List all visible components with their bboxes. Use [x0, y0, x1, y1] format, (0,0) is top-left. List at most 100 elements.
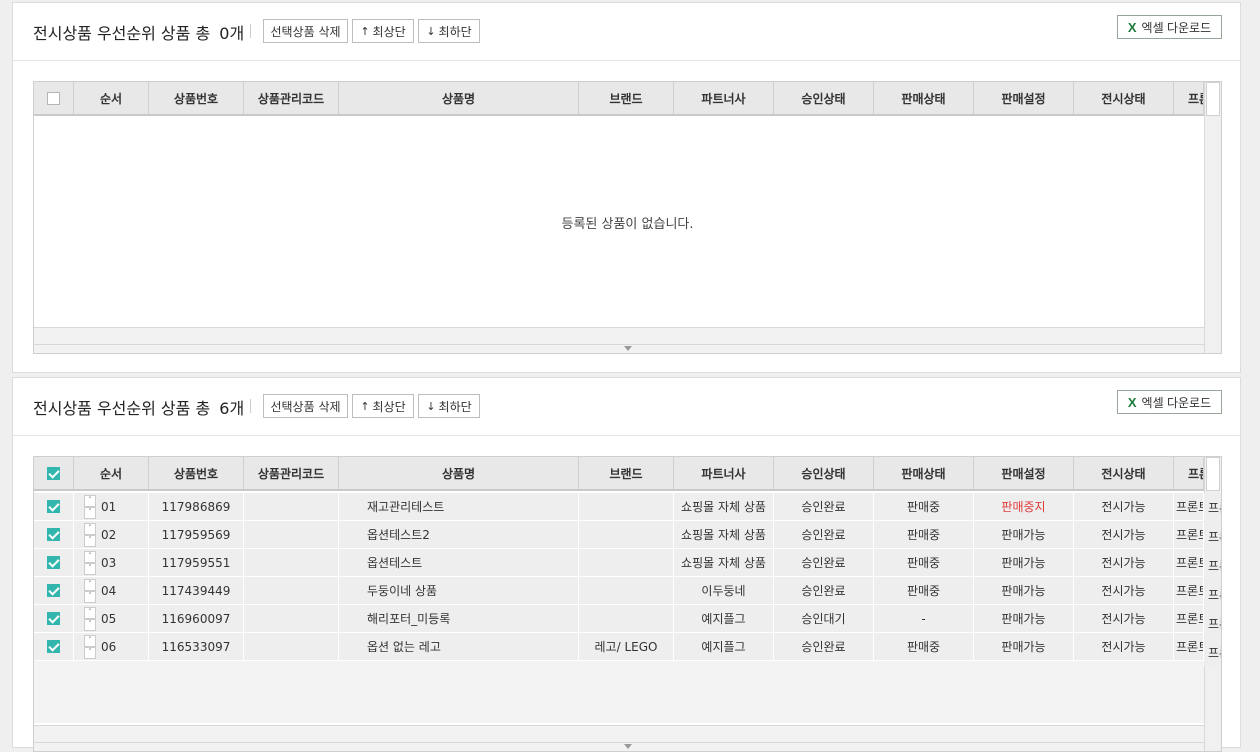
display-status-cell: 전시가능 — [1074, 605, 1174, 632]
product-no-cell: 117986869 — [149, 493, 244, 520]
header-select-all[interactable] — [34, 457, 74, 489]
delete-selected-button[interactable]: 선택상품 삭제 — [263, 19, 348, 43]
move-bottom-button[interactable]: ↓ 최하단 — [418, 19, 480, 43]
sale-status-cell: 판매중 — [874, 521, 974, 548]
front-cell: 프론트 노출 — [1174, 633, 1204, 660]
header-select-all[interactable] — [34, 82, 74, 114]
display-status-cell: 전시가능 — [1074, 549, 1174, 576]
approval-cell: 승인완료 — [774, 577, 874, 604]
order-cell: ˄ ˅ 06 — [74, 633, 149, 660]
row-checkbox[interactable] — [47, 528, 60, 541]
manage-code-cell — [244, 605, 339, 632]
manage-code-cell — [244, 493, 339, 520]
scroll-down-icon[interactable] — [624, 346, 632, 351]
scroll-thumb[interactable] — [1206, 82, 1220, 116]
chevron-down-icon[interactable]: ˅ — [84, 618, 96, 631]
partner-cell: 예지플그 — [674, 605, 774, 632]
row-checkbox[interactable] — [47, 612, 60, 625]
grid-header: 순서 상품번호 상품관리코드 상품명 브랜드 파트너사 승인상태 판매상태 판매… — [34, 457, 1204, 491]
select-all-checkbox[interactable] — [47, 466, 60, 480]
hidden-cell: 프론트 노출 — [1204, 522, 1221, 550]
order-stepper[interactable]: ˄ ˅ — [84, 522, 96, 547]
order-stepper[interactable]: ˄ ˅ — [84, 550, 96, 575]
chevron-up-icon[interactable]: ˄ — [84, 522, 96, 535]
row-checkbox[interactable] — [47, 584, 60, 597]
select-all-checkbox[interactable] — [47, 91, 60, 105]
order-value: 04 — [101, 583, 117, 598]
order-value: 05 — [101, 611, 117, 626]
panel-header: 전시상품 우선순위 상품 총 6개 선택상품 삭제 ↑ 최상단 ↓ 최하단 X 엑셀 … — [13, 378, 1240, 436]
order-value: 03 — [101, 555, 117, 570]
scroll-thumb[interactable] — [1206, 457, 1220, 491]
sale-status-cell: 판매중 — [874, 577, 974, 604]
chevron-up-icon[interactable]: ˄ — [84, 606, 96, 619]
move-top-button[interactable]: ↑ 최상단 — [352, 19, 414, 43]
col-partner: 파트너사 — [674, 82, 774, 114]
product-no-cell: 116533097 — [149, 633, 244, 660]
excel-download-button[interactable]: X 엑셀 다운로드 — [1117, 15, 1222, 39]
col-brand: 브랜드 — [579, 82, 674, 114]
col-sale-setting: 판매설정 — [974, 82, 1074, 114]
row-checkbox-cell[interactable] — [34, 549, 74, 576]
chevron-down-icon[interactable]: ˅ — [84, 562, 96, 575]
scroll-down-icon[interactable] — [624, 744, 632, 749]
move-bottom-button[interactable]: ↓ 최하단 — [418, 394, 480, 418]
col-approval: 승인상태 — [774, 457, 874, 489]
move-top-button[interactable]: ↑ 최상단 — [352, 394, 414, 418]
chevron-down-icon[interactable]: ˅ — [84, 534, 96, 547]
chevron-up-icon[interactable]: ˄ — [84, 494, 96, 507]
row-checkbox[interactable] — [47, 640, 60, 653]
chevron-up-icon[interactable]: ˄ — [84, 550, 96, 563]
order-stepper[interactable]: ˄ ˅ — [84, 606, 96, 631]
col-sale-setting: 판매설정 — [974, 457, 1074, 489]
sale-status-cell: 판매중 — [874, 493, 974, 520]
table-row[interactable]: ˄ ˅ 02 117959569 옵션테스트2 쇼핑몰 자체 상품 승인완료 판매중 판매가능 전… — [34, 521, 1204, 549]
row-checkbox-cell[interactable] — [34, 521, 74, 548]
hidden-cell: 프론트 노출 — [1204, 609, 1221, 637]
col-order: 순서 — [74, 457, 149, 489]
row-checkbox[interactable] — [47, 500, 60, 513]
chevron-down-icon[interactable]: ˅ — [84, 590, 96, 603]
move-bottom-label: 최하단 — [438, 399, 472, 414]
priority-panel-empty: 전시상품 우선순위 상품 총 0개 선택상품 삭제 ↑ 최상단 ↓ 최하단 X 엑셀 … — [12, 2, 1241, 373]
product-name-cell: 옵션테스트2 — [339, 521, 579, 548]
order-stepper[interactable]: ˄ ˅ — [84, 578, 96, 603]
order-value: 01 — [101, 499, 117, 514]
grid-empty-area — [34, 661, 1204, 723]
vertical-scrollbar[interactable] — [1204, 82, 1221, 353]
chevron-down-icon[interactable]: ˅ — [84, 646, 96, 659]
sale-setting-cell: 판매가능 — [974, 549, 1074, 576]
order-cell: ˄ ˅ 04 — [74, 577, 149, 604]
front-cell: 프론트 노출 — [1174, 577, 1204, 604]
delete-selected-button[interactable]: 선택상품 삭제 — [263, 394, 348, 418]
panel-title: 전시상품 우선순위 상품 총 6개 — [33, 395, 244, 419]
arrow-up-icon: ↑ — [360, 399, 370, 413]
table-row[interactable]: ˄ ˅ 04 117439449 두둥이네 상품 이두둥네 승인완료 판매중 판매가능 전시가능 프… — [34, 577, 1204, 605]
row-checkbox-cell[interactable] — [34, 493, 74, 520]
order-stepper[interactable]: ˄ ˅ — [84, 634, 96, 659]
product-name-cell: 옵션 없는 레고 — [339, 633, 579, 660]
row-checkbox-cell[interactable] — [34, 577, 74, 604]
approval-cell: 승인완료 — [774, 633, 874, 660]
priority-panel-list: 전시상품 우선순위 상품 총 6개 선택상품 삭제 ↑ 최상단 ↓ 최하단 X 엑셀 … — [12, 377, 1241, 752]
chevron-up-icon[interactable]: ˄ — [84, 634, 96, 647]
horizontal-scrollbar[interactable] — [34, 725, 1204, 751]
table-row[interactable]: ˄ ˅ 03 117959551 옵션테스트 쇼핑몰 자체 상품 승인완료 판매중 판매가능 전시… — [34, 549, 1204, 577]
chevron-up-icon[interactable]: ˄ — [84, 578, 96, 591]
sale-status-cell: 판매중 — [874, 633, 974, 660]
row-checkbox-cell[interactable] — [34, 605, 74, 632]
order-stepper[interactable]: ˄ ˅ — [84, 494, 96, 519]
row-checkbox[interactable] — [47, 556, 60, 569]
chevron-down-icon[interactable]: ˅ — [84, 506, 96, 519]
manage-code-cell — [244, 577, 339, 604]
table-row[interactable]: ˄ ˅ 05 116960097 해리포터_미등록 예지플그 승인대기 - 판매가능 전시가능 프론… — [34, 605, 1204, 633]
brand-cell: 레고/ LEGO — [579, 633, 674, 660]
row-checkbox-cell[interactable] — [34, 633, 74, 660]
excel-download-button[interactable]: X 엑셀 다운로드 — [1117, 390, 1222, 414]
table-row[interactable]: ˄ ˅ 01 117986869 재고관리테스트 쇼핑몰 자체 상품 승인완료 판매중 판매중지… — [34, 493, 1204, 521]
partner-cell: 예지플그 — [674, 633, 774, 660]
product-name-cell: 해리포터_미등록 — [339, 605, 579, 632]
col-manage-code: 상품관리코드 — [244, 82, 339, 114]
table-row[interactable]: ˄ ˅ 06 116533097 옵션 없는 레고 레고/ LEGO 예지플그 승인완료 판매중… — [34, 633, 1204, 661]
horizontal-scrollbar[interactable] — [34, 327, 1204, 353]
